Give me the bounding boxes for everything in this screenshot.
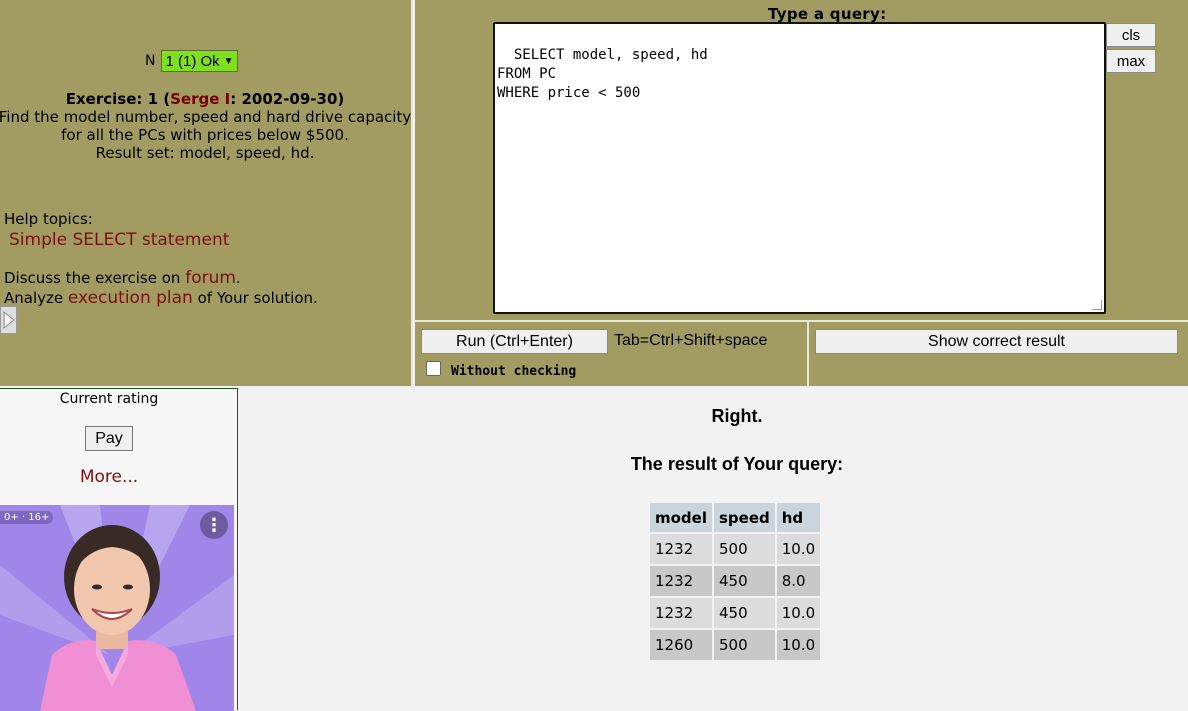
table-cell: 500	[714, 534, 775, 564]
more-link[interactable]: More...	[0, 467, 218, 487]
without-checking-checkbox[interactable]	[426, 361, 441, 376]
table-cell: 450	[714, 566, 775, 596]
more-options-icon[interactable]: ⋮	[200, 511, 228, 539]
without-checking-label: Without checking	[451, 364, 577, 379]
analyze-suffix: of Your solution.	[192, 289, 318, 307]
resize-handle-icon[interactable]	[1092, 300, 1102, 310]
table-cell: 10.0	[776, 598, 821, 628]
exercise-title: Exercise: 1 (Serge I: 2002-09-30)	[0, 90, 420, 108]
help-topic-link[interactable]: Simple SELECT statement	[9, 230, 229, 250]
exercise-line: Result set: model, speed, hd.	[95, 144, 315, 162]
analyze-prefix: Analyze	[4, 289, 68, 307]
column-header: hd	[776, 503, 821, 532]
without-checking-row: Without checking	[426, 358, 576, 379]
result-title: The result of Your query:	[630, 454, 844, 474]
tab-hint: Tab=Ctrl+Shift+space	[614, 332, 768, 349]
table-row: 1232 500 10.0	[650, 534, 821, 564]
table-cell: 1232	[650, 598, 712, 628]
ad-image	[0, 505, 234, 711]
result-area: Right. The result of Your query: model s…	[238, 388, 1188, 710]
forum-link[interactable]: forum	[185, 268, 236, 288]
discuss-prefix: Discuss the exercise on	[4, 269, 186, 287]
exercise-author: Serge I	[170, 90, 231, 108]
exercise-title-prefix: Exercise: 1 (	[65, 90, 171, 108]
pay-button[interactable]: Pay	[85, 426, 133, 451]
rating-title: Current rating	[59, 391, 159, 407]
table-cell: 10.0	[776, 534, 821, 564]
table-cell: 1232	[650, 534, 712, 564]
expand-arrow-icon[interactable]	[0, 306, 17, 334]
exercise-number-label: N	[145, 53, 156, 69]
exercise-title-suffix: : 2002-09-30)	[230, 90, 345, 108]
discuss-suffix: .	[235, 269, 241, 287]
max-button[interactable]: max	[1106, 49, 1156, 73]
table-cell: 8.0	[776, 566, 821, 596]
discuss-block: Discuss the exercise on forum. Analyze e…	[4, 268, 318, 308]
cls-button[interactable]: cls	[1106, 23, 1156, 47]
table-row: 1260 500 10.0	[650, 630, 821, 660]
table-cell: 450	[714, 598, 775, 628]
exercise-select[interactable]: 1 (1) Ok ▼	[161, 50, 238, 72]
table-cell: 10.0	[776, 630, 821, 660]
result-table: model speed hd 1232 500 10.0 1232 450 8.…	[648, 501, 822, 662]
exercise-line: Find the model number, speed and hard dr…	[0, 108, 412, 126]
table-row: 1232 450 10.0	[650, 598, 821, 628]
query-editor[interactable]: SELECT model, speed, hd FROM PC WHERE pr…	[493, 22, 1106, 314]
query-text: SELECT model, speed, hd FROM PC WHERE pr…	[497, 47, 708, 101]
exercise-selector: N 1 (1) Ok ▼	[145, 50, 238, 72]
exercise-select-value: 1 (1) Ok	[165, 52, 220, 70]
query-label: Type a query:	[768, 5, 887, 23]
exercise-description: Exercise: 1 (Serge I: 2002-09-30) Find t…	[0, 90, 420, 162]
table-header-row: model speed hd	[650, 503, 821, 532]
help-label: Help topics:	[4, 210, 93, 228]
table-cell: 1260	[650, 630, 712, 660]
help-topics: Help topics: Simple SELECT statement	[4, 210, 229, 250]
exercise-panel: N 1 (1) Ok ▼ Exercise: 1 (Serge I: 2002-…	[0, 0, 413, 386]
show-correct-result-button[interactable]: Show correct result	[815, 329, 1178, 354]
exercise-line: for all the PCs with prices below $500.	[61, 126, 349, 144]
chevron-down-icon: ▼	[223, 55, 234, 67]
rating-panel: Current rating Pay More... 0+ · 16+ ⋮	[0, 388, 238, 711]
run-button[interactable]: Run (Ctrl+Enter)	[421, 329, 608, 354]
table-row: 1232 450 8.0	[650, 566, 821, 596]
result-status: Right.	[711, 406, 763, 426]
column-header: model	[650, 503, 712, 532]
advertisement[interactable]: 0+ · 16+ ⋮	[0, 505, 234, 711]
column-header: speed	[714, 503, 775, 532]
table-cell: 1232	[650, 566, 712, 596]
table-cell: 500	[714, 630, 775, 660]
ad-age-badge: 0+ · 16+	[0, 511, 54, 524]
execution-plan-link[interactable]: execution plan	[68, 288, 193, 308]
